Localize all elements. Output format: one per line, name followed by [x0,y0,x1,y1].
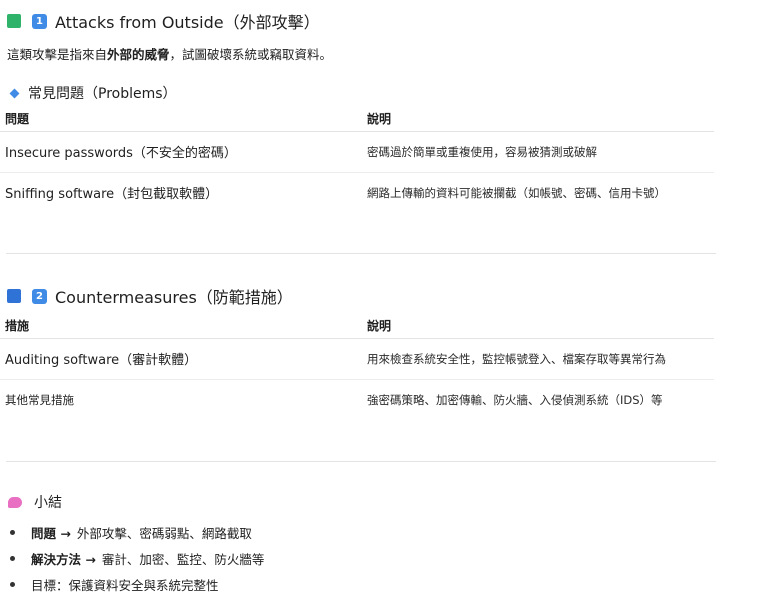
table-cell: Insecure passwords（不安全的密碼） [0,131,362,173]
table-row: Auditing software（審計軟體） 用來檢查系統安全性，監控帳號登入… [0,338,714,380]
list-item-text: 審計、加密、監控、防火牆等 [101,551,265,567]
problems-subheading: 常見問題（Problems） [9,83,177,103]
countermeasures-table: 措施 說明 Auditing software（審計軟體） 用來檢查系統安全性，… [0,314,714,420]
problems-table: 問題 說明 Insecure passwords（不安全的密碼） 密碼過於簡單或… [0,107,714,213]
list-item: 解決方法 → 審計、加密、監控、防火牆等 [10,545,264,571]
list-item-text: 外部攻擊、密碼弱點、網路截取 [76,525,252,541]
section1-heading: 1 Attacks from Outside（外部攻擊） [7,9,320,33]
section2-heading: 2 Countermeasures（防範措施） [7,284,293,308]
speech-bubble-icon [8,496,22,508]
table-cell: 用來檢查系統安全性，監控帳號登入、檔案存取等異常行為 [362,338,714,380]
summary-heading: 小結 [8,492,62,512]
table-header-row: 措施 說明 [0,314,714,339]
table-row: Insecure passwords（不安全的密碼） 密碼過於簡單或重複使用，容… [0,131,714,173]
table-cell: 網路上傳輸的資料可能被攔截（如帳號、密碼、信用卡號） [367,185,666,200]
summary-list: 問題 → 外部攻擊、密碼弱點、網路截取 解決方法 → 審計、加密、監控、防火牆等… [10,519,264,597]
section2-title: Countermeasures（防範措施） [55,288,293,307]
table-cell: 其他常見措施 [5,392,74,407]
list-item-text: 目標：保護資料安全與系統完整性 [31,577,219,593]
number-one-badge-icon: 1 [32,13,47,29]
bullet-icon [10,581,15,587]
table-cell: Auditing software（審計軟體） [0,338,362,380]
column-header: 問題 [0,107,362,132]
problems-subtitle: 常見問題（Problems） [28,86,177,102]
list-item-bold: 問題 → [31,525,71,541]
list-item: 目標：保護資料安全與系統完整性 [10,571,264,597]
bullet-icon [10,555,15,561]
number-two-badge-icon: 2 [32,288,47,304]
blue-square-icon [7,289,21,303]
table-cell: 強密碼策略、加密傳輸、防火牆、入侵偵測系統（IDS）等 [367,392,663,407]
bullet-icon [10,529,15,535]
table-cell: 密碼過於簡單或重複使用，容易被猜測或破解 [362,131,714,173]
table-row: Sniffing software（封包截取軟體） 網路上傳輸的資料可能被攔截（… [0,172,714,213]
section1-intro: 這類攻擊是指來自外部的威脅，試圖破壞系統或竊取資料。 [7,44,332,63]
column-header: 說明 [362,107,714,132]
intro-prefix: 這類攻擊是指來自 [7,47,108,62]
divider [6,253,716,254]
intro-suffix: ，試圖破壞系統或竊取資料。 [169,47,333,62]
column-header: 說明 [362,314,714,339]
list-item: 問題 → 外部攻擊、密碼弱點、網路截取 [10,519,264,545]
summary-title: 小結 [34,495,62,511]
intro-bold: 外部的威脅 [107,47,170,62]
column-header: 措施 [0,314,362,339]
section1-title: Attacks from Outside（外部攻擊） [55,13,320,32]
document-page: 1 Attacks from Outside（外部攻擊） 這類攻擊是指來自外部的… [0,0,768,604]
list-item-bold: 解決方法 → [31,551,96,567]
table-header-row: 問題 說明 [0,107,714,132]
table-cell: Sniffing software（封包截取軟體） [5,187,219,203]
table-row: 其他常見措施 強密碼策略、加密傳輸、防火牆、入侵偵測系統（IDS）等 [0,379,714,420]
diamond-bullet-icon [9,88,20,98]
divider [6,461,716,462]
green-square-icon [7,14,21,28]
